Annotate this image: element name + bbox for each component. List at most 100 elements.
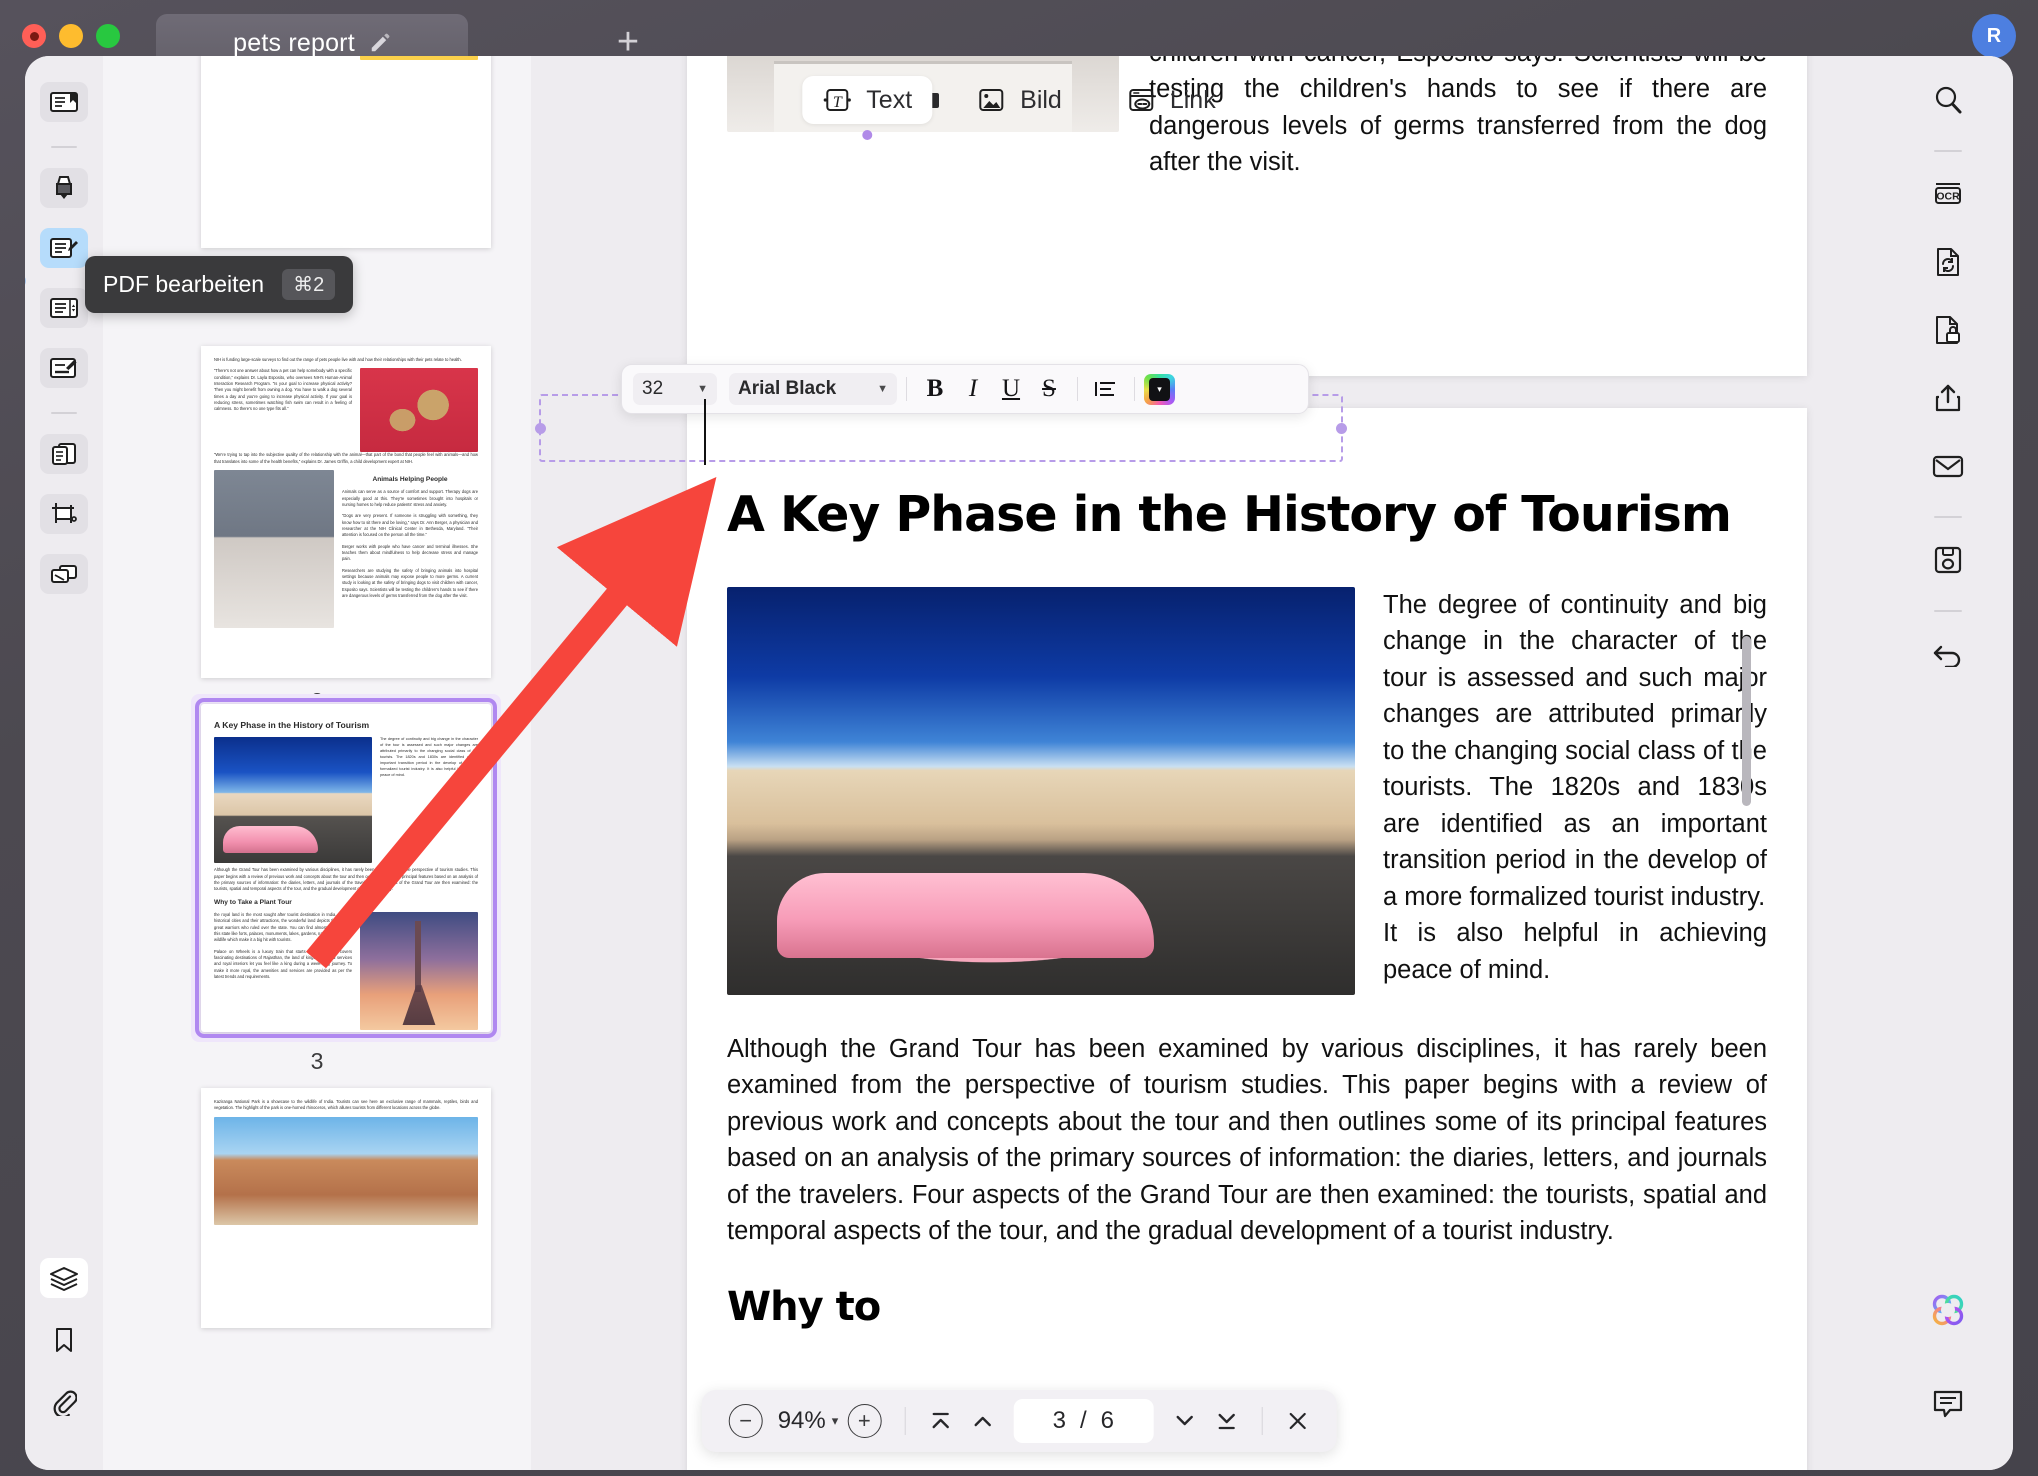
rail-item-ocr[interactable]: OCR: [1922, 168, 1974, 220]
text-caret: [704, 399, 706, 465]
document-page-3[interactable]: A Key Phase in the History of Tourism Th…: [687, 408, 1807, 1470]
thumbnail-page-2-canvas[interactable]: NIH is funding large-scale surveys to fi…: [201, 346, 491, 678]
right-rail-divider-2: [1934, 516, 1962, 518]
previous-page-button[interactable]: [961, 1401, 1003, 1441]
rail-item-undo[interactable]: [1922, 628, 1974, 680]
rail-item-comments[interactable]: [1922, 1378, 1974, 1430]
document-side-column-2[interactable]: It is also helpful in achieving peace of…: [1383, 915, 1767, 988]
document-main-paragraph[interactable]: Although the Grand Tour has been examine…: [727, 1031, 1767, 1250]
sidebar-item-layers[interactable]: [40, 1258, 88, 1298]
right-rail-divider-3: [1934, 610, 1962, 612]
page-number-field[interactable]: 3 / 6: [1013, 1399, 1153, 1443]
thumb2-body3: “Dogs are very present. If someone is st…: [342, 513, 478, 538]
highlighter-icon: [51, 174, 77, 202]
tab-text[interactable]: T Text: [802, 76, 932, 124]
tooltip-label: PDF bearbeiten: [103, 271, 264, 298]
toolbar-divider-3: [1134, 377, 1135, 401]
document-top-paragraph[interactable]: study is looking at the safety of bringi…: [1149, 56, 1767, 181]
rail-item-protect[interactable]: [1922, 304, 1974, 356]
toolbar-divider-1: [906, 377, 907, 401]
rail-item-search[interactable]: [1922, 74, 1974, 126]
current-page-value[interactable]: 3: [1053, 1407, 1066, 1435]
underline-button[interactable]: U: [992, 372, 1030, 406]
paperclip-icon: [51, 1388, 77, 1416]
close-icon: [1286, 1410, 1308, 1432]
close-window-button[interactable]: [22, 24, 46, 48]
thumbnail-page-4-canvas[interactable]: Kaziranga National Park is a showcase to…: [201, 1088, 491, 1328]
font-family-select[interactable]: Arial Black ▼: [729, 373, 897, 405]
sidebar-item-batch[interactable]: [40, 554, 88, 594]
tab-text-label: Text: [866, 86, 912, 115]
window-controls: [22, 24, 120, 48]
document-image-havana[interactable]: [727, 587, 1355, 995]
sidebar-item-edit-pdf[interactable]: [40, 228, 88, 268]
document-heading-2[interactable]: Why to: [727, 1284, 1767, 1330]
toolbar-divider-2: [1077, 377, 1078, 401]
sidebar-item-sign[interactable]: [40, 348, 88, 388]
share-icon: [1932, 382, 1964, 414]
thumbnail-page-3-number: 3: [103, 1048, 531, 1075]
zoom-out-button[interactable]: −: [729, 1404, 763, 1438]
sidebar-item-crop[interactable]: [40, 494, 88, 534]
sidebar-item-bookmarks[interactable]: [40, 1320, 88, 1360]
lock-document-icon: [1932, 313, 1964, 347]
tab-bild-label: Bild: [1020, 86, 1062, 115]
avatar[interactable]: R: [1972, 14, 2016, 58]
app-window: pets report + R: [0, 0, 2038, 1476]
ocr-icon: OCR: [1931, 179, 1965, 209]
right-rail-bottom: [1883, 1284, 2013, 1446]
thumb2-image-cat: [214, 470, 334, 628]
thumbnail-page-1-canvas[interactable]: Scientists are looking at what the poten…: [201, 56, 491, 248]
rail-item-convert[interactable]: [1922, 236, 1974, 288]
sidebar-item-reader-view[interactable]: [40, 82, 88, 122]
text-color-picker[interactable]: ▾: [1144, 374, 1175, 405]
rail-item-save[interactable]: [1922, 534, 1974, 586]
document-heading[interactable]: A Key Phase in the History of Tourism: [727, 486, 1767, 543]
thumb3-image-eiffel: [360, 912, 478, 1030]
thumbnail-page-3-canvas[interactable]: A Key Phase in the History of Tourism Th…: [201, 704, 491, 1032]
layers-icon: [49, 1265, 79, 1291]
thumb2-image-dogs: [360, 368, 478, 452]
align-button[interactable]: [1087, 372, 1125, 406]
rail-item-share[interactable]: [1922, 372, 1974, 424]
page-navigation-bar: − 94% ▾ + 3 / 6: [702, 1390, 1337, 1452]
document-scrollbar[interactable]: [1742, 636, 1751, 806]
panel-collapse-knob[interactable]: [25, 274, 26, 288]
minimize-window-button[interactable]: [59, 24, 83, 48]
rail-item-ai-assistant[interactable]: [1922, 1284, 1974, 1336]
maximize-window-button[interactable]: [96, 24, 120, 48]
sidebar-item-annotate[interactable]: [40, 168, 88, 208]
next-page-button[interactable]: [1163, 1401, 1205, 1441]
tab-link-label: Link: [1170, 86, 1216, 115]
bold-button[interactable]: B: [916, 372, 954, 406]
italic-button[interactable]: I: [954, 372, 992, 406]
next-page-icon: [1172, 1410, 1196, 1432]
tab-bild[interactable]: Bild: [956, 76, 1082, 124]
selection-handle-left[interactable]: [535, 423, 546, 434]
crop-icon: [49, 501, 79, 527]
strikethrough-button[interactable]: S: [1030, 372, 1068, 406]
document-side-column[interactable]: The degree of continuity and big change …: [1383, 587, 1767, 915]
last-page-button[interactable]: [1205, 1401, 1247, 1441]
sidebar-item-attachments[interactable]: [40, 1382, 88, 1422]
close-pagebar-button[interactable]: [1276, 1401, 1318, 1441]
rail-item-email[interactable]: [1922, 440, 1974, 492]
sidebar-item-form[interactable]: [40, 288, 88, 328]
thumb4-image-canyon: [214, 1117, 478, 1225]
text-format-toolbar: 32 ▼ Arial Black ▼ B I U S ▾: [621, 364, 1309, 414]
tooltip-shortcut: ⌘2: [282, 269, 335, 300]
pencil-icon[interactable]: [369, 32, 391, 54]
zoom-in-button[interactable]: +: [847, 1404, 881, 1438]
document-viewport[interactable]: P448 may expose people to more germs. A …: [531, 56, 1883, 1470]
sidebar-item-organize-pages[interactable]: [40, 434, 88, 474]
thumb3-body3: Palace on Wheels is a luxury train that …: [214, 949, 352, 981]
tab-link[interactable]: Link: [1106, 76, 1236, 124]
signature-icon: [49, 356, 79, 380]
selection-handle-right[interactable]: [1336, 423, 1347, 434]
link-icon: [1126, 85, 1156, 115]
rail-divider: [51, 146, 77, 148]
font-family-value: Arial Black: [738, 378, 836, 400]
zoom-level-value[interactable]: 94%: [778, 1407, 826, 1435]
first-page-button[interactable]: [919, 1401, 961, 1441]
zoom-chevron-icon[interactable]: ▾: [832, 1413, 839, 1429]
